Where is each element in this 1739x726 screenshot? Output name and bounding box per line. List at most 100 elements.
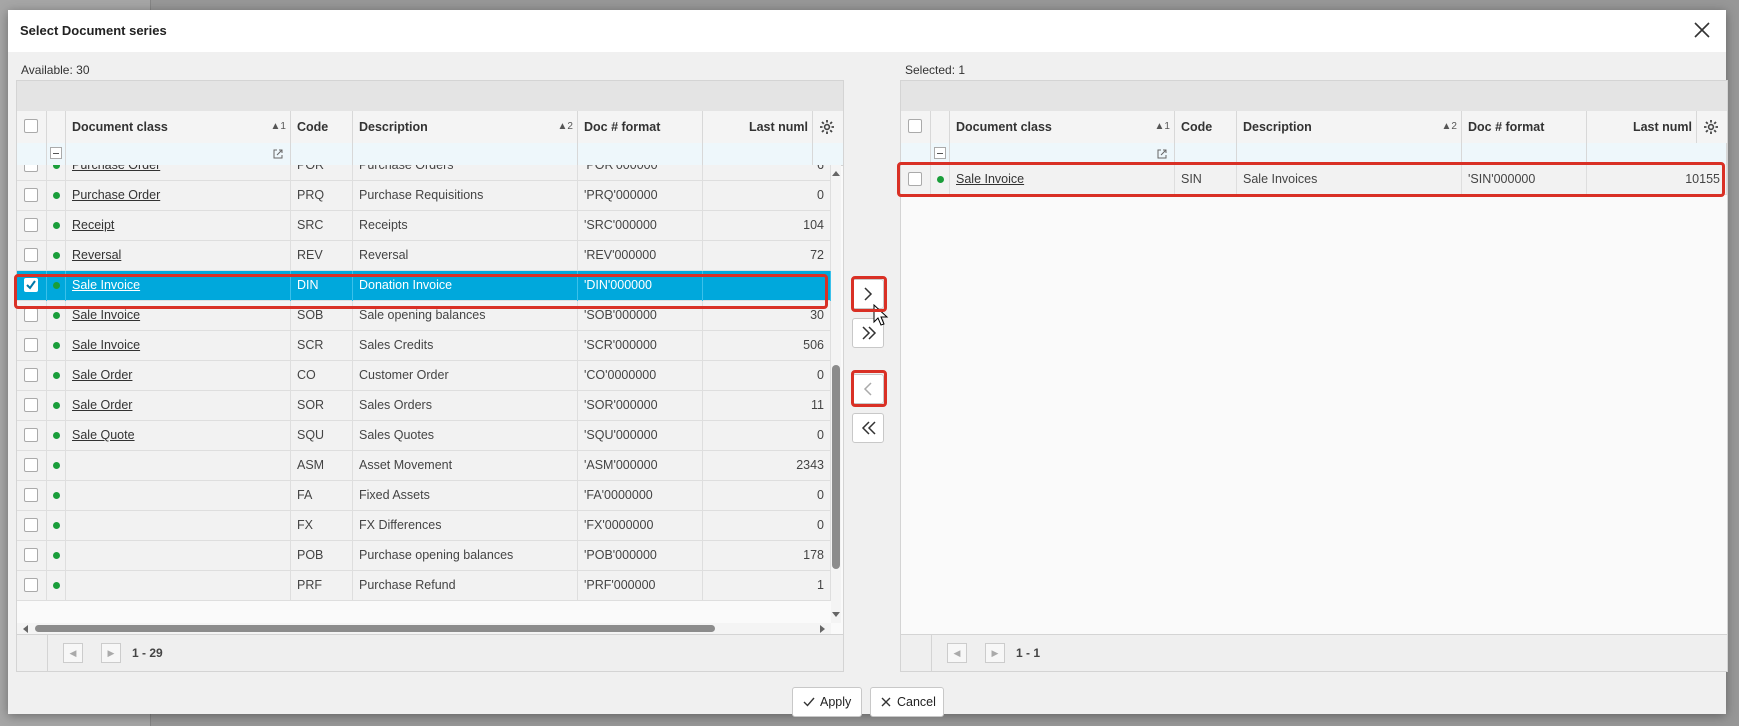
filter-doc-format[interactable]: [578, 143, 703, 165]
document-class-link[interactable]: Sale Order: [72, 368, 132, 382]
gear-icon[interactable]: [1697, 111, 1727, 143]
row-checkbox[interactable]: [24, 428, 38, 442]
document-class-link[interactable]: Reversal: [72, 248, 121, 262]
row-checkbox[interactable]: [24, 458, 38, 472]
table-row[interactable]: Sale Quote SQU Sales Quotes 'SQU'000000 0: [17, 421, 831, 451]
filter-status[interactable]: [47, 143, 66, 165]
table-row[interactable]: FA Fixed Assets 'FA'0000000 0: [17, 481, 831, 511]
document-class-link[interactable]: Sale Quote: [72, 428, 135, 442]
row-checkbox[interactable]: [24, 278, 38, 292]
move-left-button[interactable]: [852, 374, 884, 404]
next-page-button[interactable]: ▶: [985, 643, 1005, 663]
row-checkbox-cell[interactable]: [17, 331, 47, 361]
row-checkbox-cell[interactable]: [17, 541, 47, 571]
cell-document-class[interactable]: Sale Invoice: [950, 165, 1175, 195]
filter-document-class[interactable]: [950, 143, 1175, 165]
header-code[interactable]: Code: [291, 111, 353, 143]
header-last-number[interactable]: Last numl: [1587, 111, 1697, 143]
table-row[interactable]: Sale Invoice SCR Sales Credits 'SCR'000000 5…: [17, 331, 831, 361]
document-class-link[interactable]: Purchase Order: [72, 188, 160, 202]
cell-document-class[interactable]: Reversal: [66, 241, 291, 271]
row-checkbox[interactable]: [24, 578, 38, 592]
external-link-icon[interactable]: [1156, 148, 1168, 160]
filter-description[interactable]: [353, 143, 578, 165]
cell-document-class[interactable]: Sale Order: [66, 391, 291, 421]
cell-document-class[interactable]: Purchase Order: [66, 165, 291, 181]
row-checkbox[interactable]: [24, 368, 38, 382]
document-class-link[interactable]: Sale Invoice: [72, 278, 140, 292]
row-checkbox[interactable]: [24, 518, 38, 532]
header-select-all[interactable]: [901, 111, 931, 143]
row-checkbox[interactable]: [24, 338, 38, 352]
header-select-all[interactable]: [17, 111, 47, 143]
table-row[interactable]: Reversal REV Reversal 'REV'000000 72: [17, 241, 831, 271]
table-row[interactable]: Sale Invoice SIN Sale Invoices 'SIN'000000 1…: [901, 165, 1727, 195]
collapse-icon[interactable]: [934, 147, 946, 159]
row-checkbox[interactable]: [908, 172, 922, 186]
row-checkbox[interactable]: [24, 308, 38, 322]
next-page-button[interactable]: ▶: [101, 643, 121, 663]
header-document-class[interactable]: Document class ▲1: [66, 111, 291, 143]
row-checkbox[interactable]: [24, 398, 38, 412]
vertical-scroll-thumb[interactable]: [832, 365, 840, 569]
row-checkbox-cell[interactable]: [17, 271, 47, 301]
row-checkbox-cell[interactable]: [17, 181, 47, 211]
table-row[interactable]: POB Purchase opening balances 'POB'000000 1…: [17, 541, 831, 571]
row-checkbox-cell[interactable]: [17, 451, 47, 481]
table-row[interactable]: Sale Order CO Customer Order 'CO'0000000 0: [17, 361, 831, 391]
filter-status[interactable]: [931, 143, 950, 165]
gear-icon[interactable]: [813, 111, 843, 143]
table-row[interactable]: Receipt SRC Receipts 'SRC'000000 104: [17, 211, 831, 241]
table-row[interactable]: Sale Invoice DIN Donation Invoice 'DIN'0000…: [17, 271, 831, 301]
cancel-button[interactable]: Cancel: [870, 687, 944, 717]
document-class-link[interactable]: Sale Invoice: [72, 338, 140, 352]
table-row[interactable]: FX FX Differences 'FX'0000000 0: [17, 511, 831, 541]
table-row[interactable]: ASM Asset Movement 'ASM'000000 2343: [17, 451, 831, 481]
row-checkbox-cell[interactable]: [17, 165, 47, 181]
move-all-left-button[interactable]: [852, 413, 884, 443]
cell-document-class[interactable]: Sale Invoice: [66, 331, 291, 361]
vertical-scrollbar[interactable]: [831, 165, 841, 623]
previous-page-button[interactable]: ◀: [63, 643, 83, 663]
row-checkbox-cell[interactable]: [17, 361, 47, 391]
document-class-link[interactable]: Sale Invoice: [72, 308, 140, 322]
header-code[interactable]: Code: [1175, 111, 1237, 143]
collapse-icon[interactable]: [50, 147, 62, 159]
row-checkbox-cell[interactable]: [901, 165, 931, 195]
row-checkbox-cell[interactable]: [17, 421, 47, 451]
cell-document-class[interactable]: Sale Invoice: [66, 301, 291, 331]
row-checkbox-cell[interactable]: [17, 511, 47, 541]
cell-document-class[interactable]: Purchase Order: [66, 181, 291, 211]
close-icon[interactable]: [1690, 18, 1714, 42]
filter-last-number[interactable]: [703, 143, 813, 165]
row-checkbox-cell[interactable]: [17, 301, 47, 331]
table-row[interactable]: Purchase Order PRQ Purchase Requisitions 'P…: [17, 181, 831, 211]
select-all-checkbox[interactable]: [908, 119, 922, 133]
row-checkbox-cell[interactable]: [17, 241, 47, 271]
cell-document-class[interactable]: Sale Order: [66, 361, 291, 391]
header-doc-format[interactable]: Doc # format: [1462, 111, 1587, 143]
row-checkbox-cell[interactable]: [17, 391, 47, 421]
filter-last-number[interactable]: [1587, 143, 1727, 165]
table-row[interactable]: Sale Order SOR Sales Orders 'SOR'000000 11: [17, 391, 831, 421]
row-checkbox[interactable]: [24, 218, 38, 232]
row-checkbox[interactable]: [24, 548, 38, 562]
cell-document-class[interactable]: Receipt: [66, 211, 291, 241]
table-row[interactable]: Purchase Order POR Purchase Orders 'POR'000…: [17, 165, 831, 181]
filter-document-class[interactable]: [66, 143, 291, 165]
filter-code[interactable]: [1175, 143, 1237, 165]
header-document-class[interactable]: Document class ▲1: [950, 111, 1175, 143]
row-checkbox[interactable]: [24, 488, 38, 502]
header-doc-format[interactable]: Doc # format: [578, 111, 703, 143]
filter-description[interactable]: [1237, 143, 1462, 165]
header-description[interactable]: Description ▲2: [353, 111, 578, 143]
document-class-link[interactable]: Sale Invoice: [956, 172, 1024, 186]
table-row[interactable]: PRF Purchase Refund 'PRF'000000 1: [17, 571, 831, 601]
horizontal-scroll-thumb[interactable]: [35, 625, 715, 632]
filter-code[interactable]: [291, 143, 353, 165]
row-checkbox-cell[interactable]: [17, 571, 47, 601]
select-all-checkbox[interactable]: [24, 119, 38, 133]
row-checkbox[interactable]: [24, 188, 38, 202]
row-checkbox[interactable]: [24, 248, 38, 262]
cell-document-class[interactable]: Sale Quote: [66, 421, 291, 451]
